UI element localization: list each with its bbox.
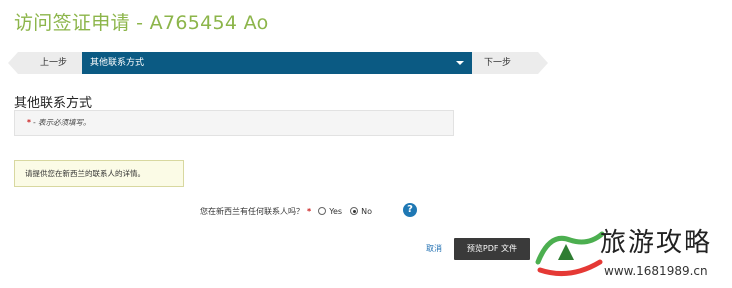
contact-question-row: 您在新西兰有任何联系人吗？ * Yes No [200, 203, 376, 219]
required-fields-note: * - 表示必须填写。 [14, 110, 454, 136]
radio-yes-label[interactable]: Yes [329, 207, 342, 216]
question-label: 您在新西兰有任何联系人吗？ [200, 206, 304, 216]
step-select-dropdown[interactable]: 其他联系方式 [82, 52, 472, 74]
previous-step-button[interactable]: 上一步 [8, 52, 82, 74]
radio-yes[interactable] [318, 207, 327, 215]
section-title: 其他联系方式 [14, 96, 93, 111]
help-icon[interactable]: ? [403, 203, 417, 217]
next-step-button[interactable]: 下一步 [472, 52, 548, 74]
watermark-logo-icon [535, 231, 605, 277]
watermark-url: www.1681989.cn [604, 264, 708, 278]
current-step-label: 其他联系方式 [90, 58, 145, 68]
cancel-link[interactable]: 取消 [426, 243, 442, 254]
radio-no-label[interactable]: No [361, 207, 372, 216]
step-navigation: 上一步 其他联系方式 下一步 [8, 52, 548, 74]
required-star: * [27, 118, 31, 127]
required-note-text: - 表示必须填写。 [32, 118, 91, 127]
preview-pdf-button[interactable]: 预览PDF 文件 [454, 238, 530, 260]
page-title: 访问签证申请 - A765454 Ao [14, 12, 269, 34]
radio-no[interactable] [350, 207, 359, 215]
chevron-down-icon [456, 61, 464, 65]
watermark-text: 旅游攻略 [600, 228, 713, 258]
required-star: * [307, 206, 312, 216]
info-message: 请提供您在新西兰的联系人的详情。 [14, 160, 184, 187]
